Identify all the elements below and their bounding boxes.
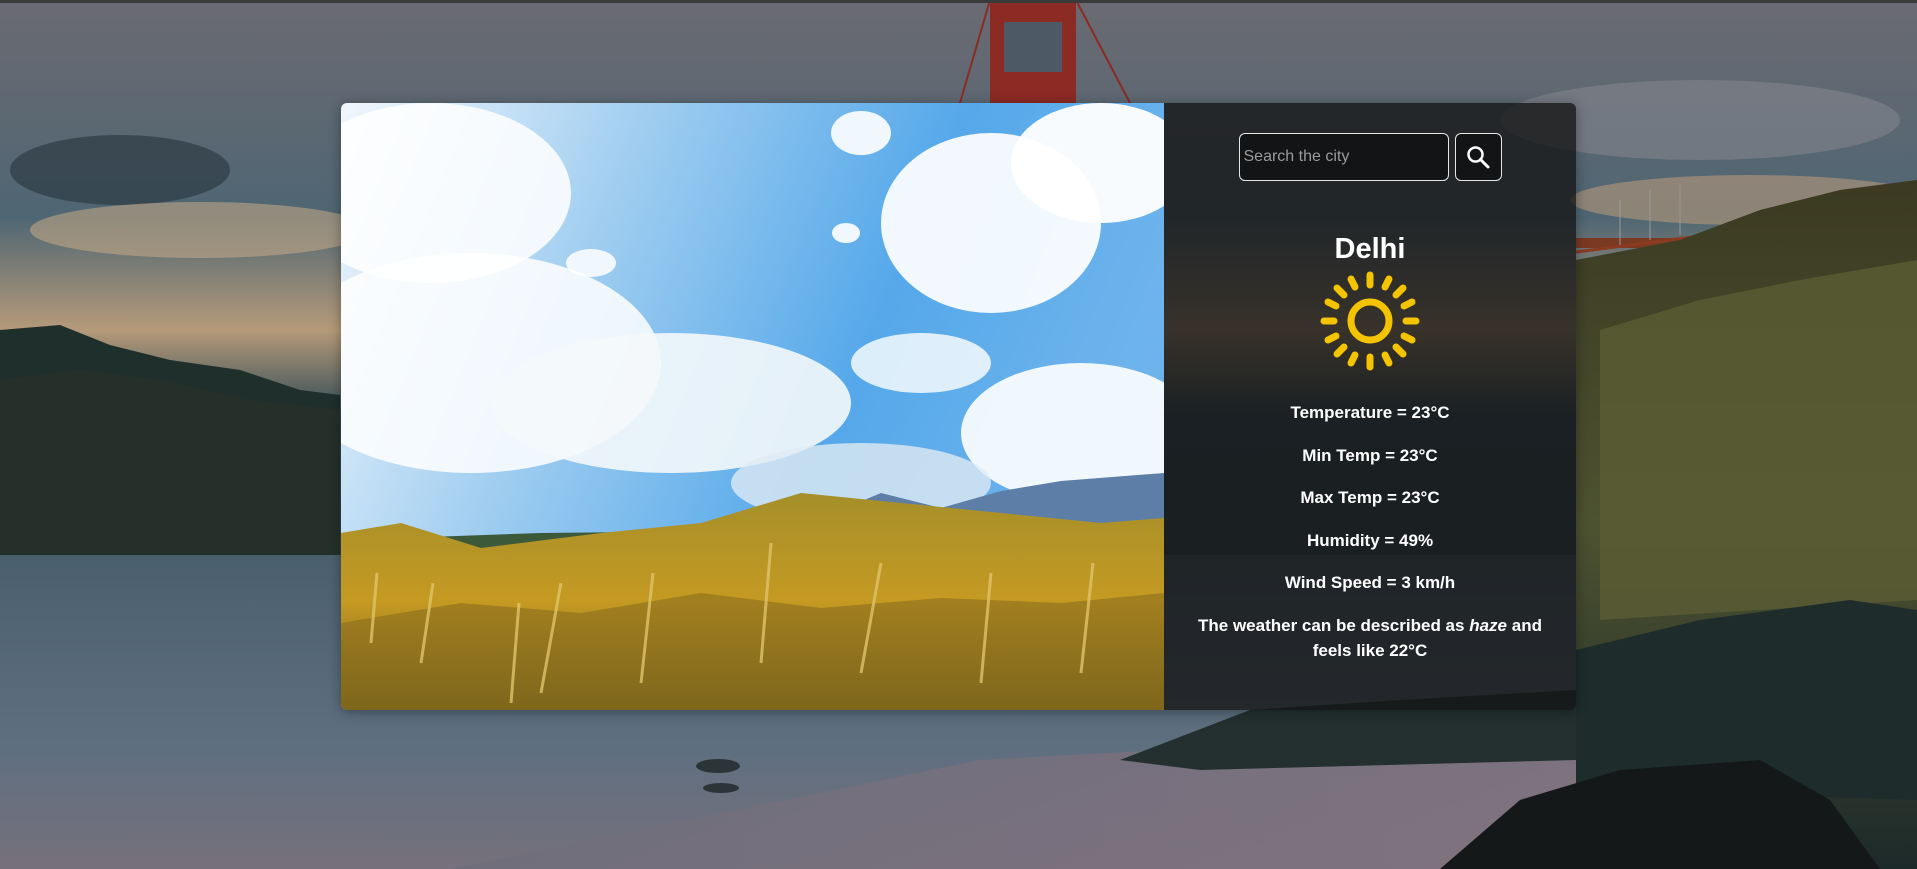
search-input[interactable]	[1238, 133, 1449, 181]
sky-grass-image	[341, 103, 1164, 710]
wind-speed-text: Wind Speed = 3 km/h	[1284, 573, 1456, 592]
weather-panel: Delhi Temperature =	[1164, 103, 1576, 710]
top-border	[0, 0, 1917, 3]
weather-description: The weather can be described as haze and…	[1194, 613, 1546, 663]
humidity-text: Humidity = 49%	[1306, 531, 1434, 550]
sun-icon	[1320, 271, 1420, 371]
max-temp-text: Max Temp = 23°C	[1300, 488, 1440, 507]
search-button[interactable]	[1454, 133, 1502, 181]
search-icon	[1467, 146, 1490, 169]
description-condition: haze	[1469, 616, 1507, 635]
city-name: Delhi	[1334, 233, 1406, 265]
search-bar	[1164, 133, 1576, 181]
min-temp-text: Min Temp = 23°C	[1302, 446, 1438, 465]
weather-card: Delhi Temperature =	[341, 103, 1576, 710]
temperature-text: Temperature = 23°C	[1290, 403, 1450, 422]
description-prefix: The weather can be described as	[1198, 616, 1465, 635]
